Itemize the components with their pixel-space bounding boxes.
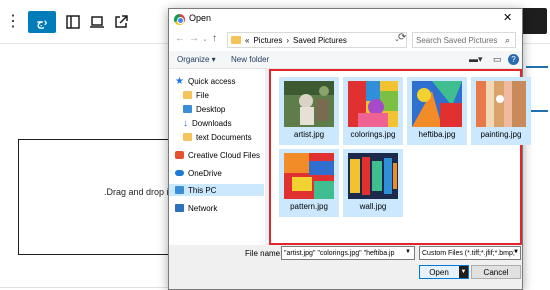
- star-icon: ★: [175, 75, 184, 87]
- primary-button[interactable]: ج›: [28, 11, 56, 33]
- nav-item-desktop[interactable]: Desktop: [183, 103, 225, 115]
- back-icon[interactable]: ←: [175, 33, 185, 44]
- image-thumbnail: [284, 81, 334, 127]
- nav-item-label: Network: [188, 203, 218, 213]
- navigation-pane: ★ Quick access File Desktop ↓ Downloads …: [169, 69, 265, 245]
- nav-item-label: text Documents: [196, 132, 252, 142]
- file-item-pattern[interactable]: pattern.jpg: [279, 149, 339, 217]
- nav-item-label: Creative Cloud Files: [188, 150, 261, 160]
- breadcrumb-saved-pictures[interactable]: Saved Pictures: [293, 36, 347, 45]
- image-thumbnail: [476, 81, 526, 127]
- forward-icon[interactable]: →: [189, 33, 199, 44]
- upload-dropzone[interactable]: [18, 139, 180, 255]
- dialog-titlebar: Open ✕: [169, 9, 522, 29]
- nav-item-file[interactable]: File: [183, 89, 209, 101]
- image-thumbnail: [348, 81, 398, 127]
- file-name: heftiba.jpg: [418, 130, 456, 139]
- panel-icon[interactable]: [64, 11, 82, 33]
- file-name: colorings.jpg: [350, 130, 396, 139]
- recent-locations-icon[interactable]: ⌄: [202, 35, 208, 43]
- nav-item-label: Quick access: [187, 76, 236, 86]
- file-name-input[interactable]: "artist.jpg" "colorings.jpg" "heftiba.jp…: [281, 246, 415, 260]
- folder-icon: [231, 36, 241, 44]
- open-dropdown-icon[interactable]: ▼: [459, 266, 468, 278]
- close-icon[interactable]: ✕: [503, 11, 512, 24]
- image-thumbnail: [412, 81, 462, 127]
- open-button-label: Open: [429, 267, 449, 277]
- search-icon: ⌕: [505, 35, 511, 45]
- nav-item-this-pc[interactable]: This PC: [169, 184, 264, 196]
- chevron-down-icon[interactable]: ▼: [513, 249, 519, 255]
- options-button[interactable]: [519, 8, 547, 34]
- file-name: painting.jpg: [480, 130, 522, 139]
- navigation-bar: ← → ⌄ ↑ « Pictures › Saved Pictures ⌄ ⟳ …: [169, 29, 522, 51]
- file-name: wall.jpg: [359, 202, 387, 211]
- upload-text: .Drag and drop in: [104, 187, 174, 197]
- file-item-heftiba[interactable]: heftiba.jpg: [407, 77, 467, 145]
- sidebar-link: [526, 66, 548, 68]
- image-thumbnail: [284, 153, 334, 199]
- new-folder-button[interactable]: New folder: [231, 55, 269, 64]
- file-name-label: File name:: [245, 249, 283, 258]
- cloud-icon: [175, 170, 184, 176]
- nav-item-label: File: [196, 90, 209, 100]
- dialog-title: Open: [189, 13, 212, 23]
- nav-item-creative-cloud[interactable]: Creative Cloud Files: [175, 149, 260, 161]
- file-item-artist[interactable]: artist.jpg: [279, 77, 339, 145]
- nav-item-label: Desktop: [196, 104, 226, 114]
- view-options-icon[interactable]: ▬▾: [469, 54, 483, 65]
- search-input[interactable]: Search Saved Pictures ⌕: [412, 32, 516, 48]
- network-icon: [175, 204, 184, 212]
- nav-item-text-documents[interactable]: text Documents: [183, 131, 252, 143]
- organize-button[interactable]: Organize ▾: [177, 55, 216, 64]
- address-prefix: «: [245, 35, 250, 45]
- file-type-value: Custom Files (*.tiff;*.jfif;*.bmp;*: [422, 249, 518, 257]
- desktop-icon: [183, 105, 192, 113]
- download-icon: ↓: [183, 117, 188, 129]
- breadcrumb-separator: ›: [286, 35, 290, 45]
- search-placeholder: Search Saved Pictures: [416, 35, 498, 45]
- nav-item-network[interactable]: Network: [175, 202, 217, 214]
- file-name: artist.jpg: [293, 130, 325, 139]
- address-bar[interactable]: « Pictures › Saved Pictures ⌄: [227, 32, 407, 48]
- folder-icon: [183, 133, 192, 141]
- refresh-icon[interactable]: ⟳: [398, 32, 410, 43]
- chrome-icon: [174, 14, 185, 25]
- nav-item-label: This PC: [188, 185, 217, 195]
- file-name-value: "artist.jpg" "colorings.jpg" "heftiba.jp: [284, 249, 395, 257]
- screen: ⋮ ج› .Drag and drop in Open ✕ ← → ⌄ ↑ « …: [0, 0, 550, 290]
- external-link-icon[interactable]: [112, 11, 130, 33]
- file-item-wall[interactable]: wall.jpg: [343, 149, 403, 217]
- file-item-colorings[interactable]: colorings.jpg: [343, 77, 403, 145]
- nav-item-onedrive[interactable]: OneDrive: [175, 167, 222, 179]
- breadcrumb-pictures[interactable]: Pictures: [253, 36, 282, 45]
- chevron-down-icon[interactable]: ▼: [405, 249, 411, 255]
- kebab-icon[interactable]: ⋮: [5, 11, 21, 33]
- command-bar: Organize ▾ New folder ▬▾ ▭ ?: [169, 51, 522, 69]
- help-icon[interactable]: ?: [508, 54, 519, 65]
- creative-cloud-icon: [175, 151, 184, 159]
- nav-item-label: Downloads: [192, 118, 232, 128]
- preview-pane-icon[interactable]: ▭: [493, 54, 502, 65]
- pc-icon: [175, 186, 184, 194]
- file-type-select[interactable]: Custom Files (*.tiff;*.jfif;*.bmp;* ▼: [419, 246, 521, 260]
- laptop-icon[interactable]: [88, 11, 106, 33]
- cancel-button[interactable]: Cancel: [471, 265, 521, 279]
- up-icon[interactable]: ↑: [212, 33, 217, 44]
- file-item-painting[interactable]: painting.jpg: [471, 77, 531, 145]
- folder-icon: [183, 91, 192, 99]
- open-file-dialog: Open ✕ ← → ⌄ ↑ « Pictures › Saved Pictur…: [168, 8, 531, 290]
- image-thumbnail: [348, 153, 398, 199]
- file-name: pattern.jpg: [290, 202, 328, 211]
- nav-item-quick-access[interactable]: ★ Quick access: [175, 75, 236, 87]
- nav-item-label: OneDrive: [188, 168, 222, 178]
- nav-item-downloads[interactable]: ↓ Downloads: [183, 117, 232, 129]
- file-list: artist.jpg colorings.jpg heftiba.jpg pai…: [269, 69, 531, 245]
- divider: [0, 287, 170, 288]
